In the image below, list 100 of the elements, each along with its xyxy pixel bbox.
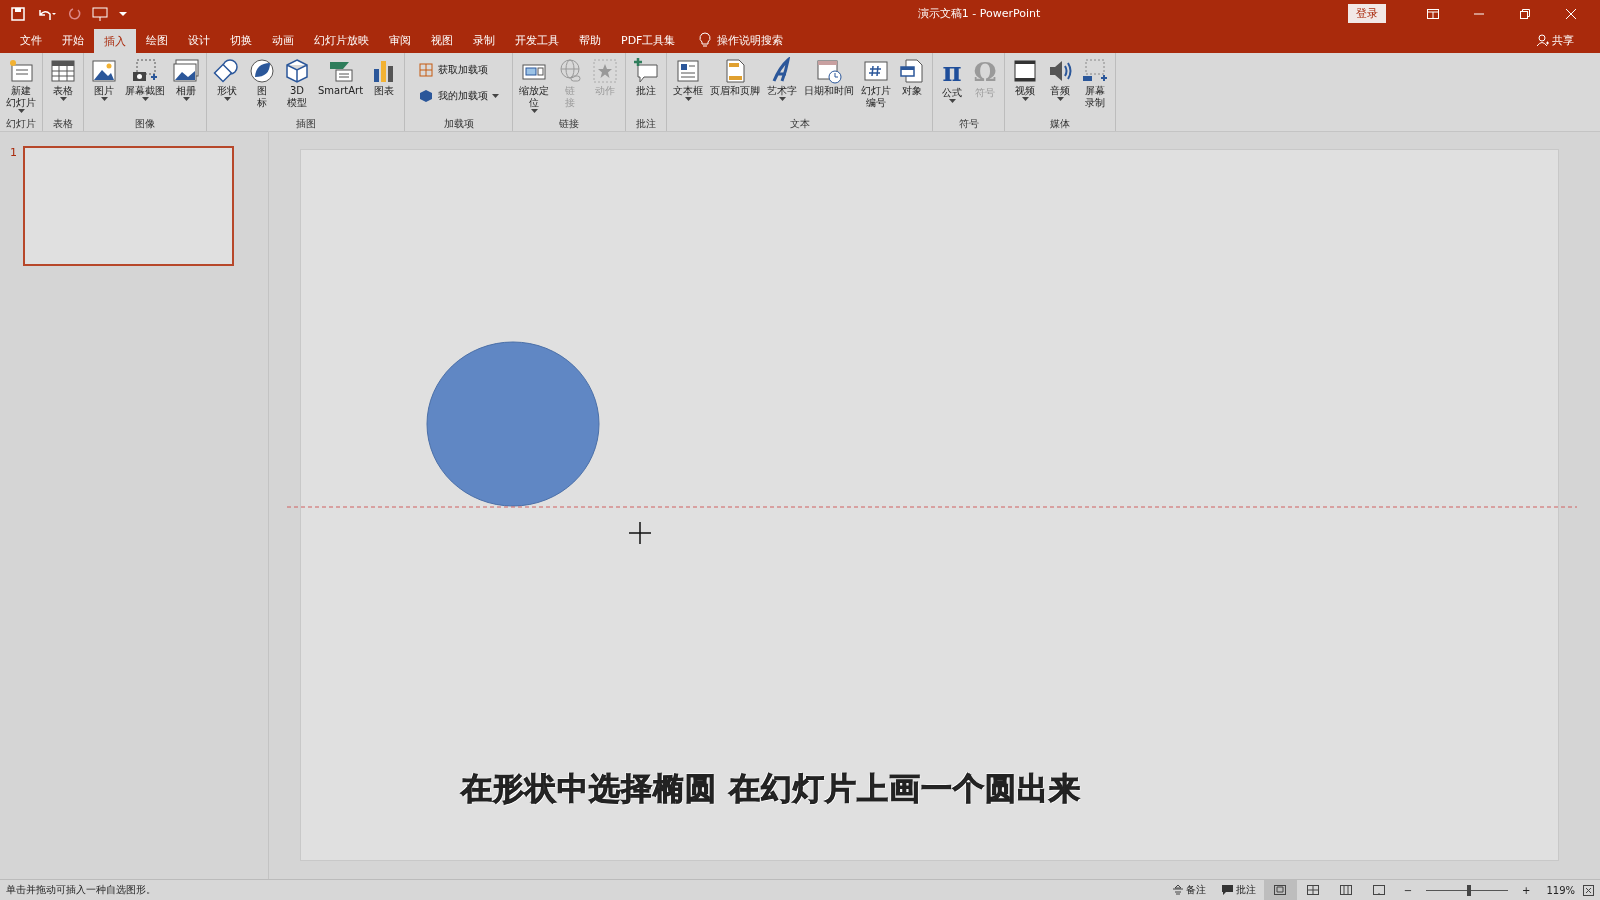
ribbon-button[interactable]: 缩放定 位	[516, 55, 553, 117]
group-label: 文本	[788, 117, 811, 131]
sign-in-button[interactable]: 登录	[1348, 4, 1386, 23]
ribbon-button[interactable]: 图片	[87, 55, 121, 117]
ribbon-button[interactable]: 幻灯片 编号	[858, 55, 895, 117]
ribbon-button[interactable]: SmartArt	[315, 55, 367, 117]
ribbon-tab[interactable]: 文件	[10, 27, 52, 53]
cube-icon	[283, 57, 311, 85]
group-label: 图像	[134, 117, 156, 131]
caret-icon	[1021, 97, 1029, 102]
ribbon-button[interactable]: π 公式	[936, 55, 969, 117]
view-button[interactable]	[1263, 880, 1297, 900]
zoom-slider-thumb[interactable]	[1466, 884, 1471, 896]
minimize-icon	[1474, 12, 1484, 15]
ribbon-button[interactable]: 日期和时间	[801, 55, 858, 117]
picture-icon	[90, 57, 118, 85]
ribbon-tab[interactable]: 视图	[421, 27, 463, 53]
ribbon-tab[interactable]: 插入	[94, 29, 136, 53]
ribbon-tab[interactable]: 绘图	[136, 27, 178, 53]
caret-icon	[223, 97, 231, 102]
share-button[interactable]: 共享	[1531, 31, 1580, 49]
presentation-icon	[92, 5, 108, 22]
zoom-out-button[interactable]: −	[1395, 884, 1420, 896]
ribbon-button[interactable]: 音频	[1043, 55, 1078, 117]
ribbon-tab[interactable]: 录制	[463, 27, 505, 53]
close-icon	[1566, 8, 1576, 19]
comment-icon	[1221, 885, 1233, 895]
ribbon-tab[interactable]: PDF工具集	[611, 27, 686, 53]
ribbon-button[interactable]: 批注	[629, 55, 664, 117]
ribbon-button[interactable]: 对象	[895, 55, 930, 117]
cube-icon	[418, 88, 435, 104]
caret-icon	[684, 97, 692, 102]
shapes-icon	[213, 57, 241, 85]
ribbon-button[interactable]: 页眉和页脚	[707, 55, 764, 117]
caret-icon	[141, 97, 149, 102]
slide-icon	[7, 57, 35, 85]
leaf-icon	[248, 57, 276, 85]
ribbon-tab[interactable]: 幻灯片放映	[304, 27, 379, 53]
view-icon	[1340, 885, 1353, 895]
store-icon	[418, 62, 435, 78]
fit-to-window-icon[interactable]	[1583, 884, 1594, 896]
ribbon-tab[interactable]: 审阅	[379, 27, 421, 53]
ribbon-button[interactable]: 形状	[210, 55, 244, 117]
caret-icon	[59, 97, 67, 102]
group-label: 幻灯片	[5, 117, 37, 131]
ribbon-tab[interactable]: 切换	[220, 27, 262, 53]
group-label: 符号	[957, 117, 980, 131]
add-in-button[interactable]: 获取加载项	[414, 59, 504, 81]
ribbon-tab[interactable]: 帮助	[569, 27, 611, 53]
group-label: 媒体	[1049, 117, 1072, 131]
group-label: 表格	[52, 117, 74, 131]
ribbon-button[interactable]: 屏幕 录制	[1078, 55, 1113, 117]
group-label: 链接	[558, 117, 581, 131]
symbol-glyph: π	[942, 57, 962, 87]
ribbon-button[interactable]: 表格	[46, 55, 80, 117]
caret-icon	[492, 93, 500, 99]
caret-icon	[182, 97, 190, 102]
add-in-button[interactable]: 我的加载项	[414, 85, 504, 107]
crosshair-cursor	[629, 522, 651, 544]
ribbon-button[interactable]: 3D 模型	[280, 55, 314, 117]
slide-number: 1	[10, 146, 17, 159]
slide-thumbnail[interactable]	[23, 146, 234, 266]
ribbon-display-icon	[1427, 8, 1439, 19]
ribbon-tab[interactable]: 开发工具	[505, 27, 569, 53]
ribbon-button[interactable]: 相册	[169, 55, 203, 117]
zoom-in-button[interactable]: +	[1514, 884, 1539, 896]
group-label: 批注	[635, 117, 658, 131]
ribbon-button[interactable]: 文本框	[670, 55, 707, 117]
caret-icon	[17, 109, 25, 114]
caption-text: 在形状中选择椭圆 在幻灯片上画一个圆出来	[461, 769, 1081, 808]
ribbon-button[interactable]: 新建 幻灯片	[3, 55, 39, 117]
zoom-percent[interactable]: 119%	[1538, 884, 1583, 896]
notes-icon	[1172, 885, 1183, 895]
photo-album-icon	[172, 57, 200, 85]
comments-button[interactable]: 批注	[1213, 883, 1264, 897]
ribbon-tab[interactable]: 开始	[52, 27, 94, 53]
ribbon-button[interactable]: 屏幕截图	[122, 55, 168, 117]
view-icon	[1373, 885, 1386, 895]
ribbon-button[interactable]: 视频	[1008, 55, 1043, 117]
view-icon	[1307, 885, 1320, 895]
ribbon-button[interactable]: 图 标	[245, 55, 279, 117]
calendar-icon	[815, 57, 844, 85]
redo-icon	[66, 5, 82, 22]
save-icon	[10, 5, 26, 22]
ribbon-button[interactable]: 艺术字	[764, 55, 801, 117]
ribbon-button[interactable]: 图表	[367, 55, 402, 117]
caret-icon	[948, 99, 956, 104]
window-title: 演示文稿1 - PowerPoint	[916, 6, 1042, 21]
ribbon-tab[interactable]: 设计	[178, 27, 220, 53]
caret-icon	[100, 97, 108, 102]
notes-button[interactable]: 备注	[1164, 883, 1214, 897]
group-label: 插图	[294, 117, 317, 131]
symbol-glyph: Ω	[973, 57, 997, 87]
caret-icon	[778, 97, 786, 102]
tell-me-search[interactable]: 操作说明搜索	[717, 32, 784, 48]
lightbulb-icon	[699, 32, 712, 48]
caret-icon	[1056, 97, 1064, 102]
ribbon-tab[interactable]: 动画	[262, 27, 304, 53]
caret-icon	[530, 109, 538, 114]
status-message: 单击并拖动可插入一种自选图形。	[6, 883, 157, 897]
